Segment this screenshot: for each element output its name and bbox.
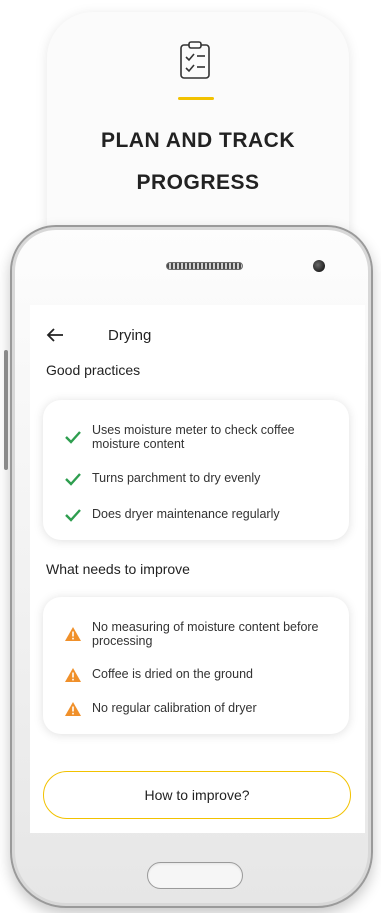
phone-speaker: [166, 262, 243, 270]
back-arrow-icon[interactable]: [46, 327, 64, 343]
good-practice-text: Turns parchment to dry evenly: [92, 471, 261, 485]
screen-title: Drying: [108, 327, 152, 344]
header-title-line2: PROGRESS: [136, 171, 260, 194]
improve-heading: What needs to improve: [46, 561, 190, 577]
improve-text: No measuring of moisture content before …: [92, 620, 319, 648]
phone-home-button[interactable]: [147, 862, 243, 889]
warning-icon: [65, 668, 81, 682]
header-divider: [178, 97, 214, 100]
header-title-line1: PLAN AND TRACK: [100, 129, 296, 152]
good-practice-text: Uses moisture meter to check coffee mois…: [92, 423, 295, 451]
improve-text: No regular calibration of dryer: [92, 701, 257, 715]
how-to-improve-button[interactable]: How to improve?: [43, 771, 351, 819]
app-screen: Drying Good practices Uses moisture mete…: [30, 305, 365, 833]
clipboard-checklist-icon: [180, 41, 210, 79]
check-icon: [65, 431, 81, 444]
improve-text: Coffee is dried on the ground: [92, 667, 253, 681]
good-practices-card: Uses moisture meter to check coffee mois…: [43, 400, 349, 540]
good-practice-text: Does dryer maintenance regularly: [92, 507, 280, 521]
phone-camera: [313, 260, 325, 272]
warning-icon: [65, 627, 81, 641]
check-icon: [65, 509, 81, 522]
good-practices-heading: Good practices: [46, 362, 141, 378]
warning-icon: [65, 702, 81, 716]
improve-card: No measuring of moisture content before …: [43, 597, 349, 734]
check-icon: [65, 473, 81, 486]
phone-side-button: [4, 350, 8, 470]
